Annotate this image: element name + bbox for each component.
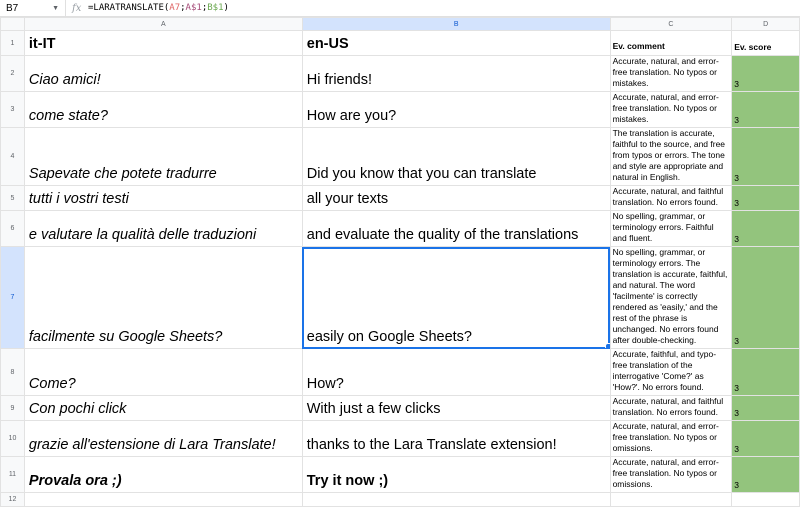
formula-bar: B7 ▼ fx =LARATRANSLATE(A7;A$1;B$1) — [0, 0, 800, 17]
cell-d8[interactable]: 3 — [731, 348, 800, 396]
cell-a5[interactable]: tutti i vostri testi — [23, 185, 303, 211]
cell-b5[interactable]: all your texts — [301, 185, 611, 211]
row-header[interactable]: 11 — [0, 456, 25, 493]
cell-a10[interactable]: grazie all'estensione di Lara Translate! — [23, 420, 303, 457]
column-header-a[interactable]: A — [23, 17, 303, 31]
spreadsheet-grid: A B C D 1 it-IT en-US Ev. comment Ev. sc… — [0, 17, 800, 507]
cell-a6[interactable]: e valutare la qualità delle traduzioni — [23, 210, 303, 247]
cell-b12[interactable] — [301, 492, 611, 507]
cell-d4[interactable]: 3 — [731, 127, 800, 186]
cell-c7[interactable]: No spelling, grammar, or terminology err… — [609, 246, 733, 349]
cell-a7[interactable]: facilmente su Google Sheets? — [23, 246, 303, 349]
cell-b1[interactable]: en-US — [301, 30, 611, 56]
cell-c12[interactable] — [609, 492, 733, 507]
row-header[interactable]: 7 — [0, 246, 25, 349]
cell-d6[interactable]: 3 — [731, 210, 800, 247]
row-header[interactable]: 9 — [0, 395, 25, 421]
cell-d3[interactable]: 3 — [731, 91, 800, 128]
cell-d11[interactable]: 3 — [731, 456, 800, 493]
row-header[interactable]: 10 — [0, 420, 25, 457]
row-header[interactable]: 2 — [0, 55, 25, 92]
cell-c11[interactable]: Accurate, natural, and error-free transl… — [609, 456, 733, 493]
cell-b2[interactable]: Hi friends! — [301, 55, 611, 92]
row-header[interactable]: 12 — [0, 492, 25, 507]
cell-b6[interactable]: and evaluate the quality of the translat… — [301, 210, 611, 247]
cell-b4[interactable]: Did you know that you can translate — [301, 127, 611, 186]
cell-a12[interactable] — [23, 492, 303, 507]
formula-ref-a1: A$1 — [185, 3, 202, 13]
column-header-b[interactable]: B — [301, 17, 611, 31]
cell-c4[interactable]: The translation is accurate, faithful to… — [609, 127, 733, 186]
name-box[interactable]: B7 ▼ — [0, 0, 66, 17]
cell-a8[interactable]: Come? — [23, 348, 303, 396]
cell-d12[interactable] — [731, 492, 800, 507]
formula-prefix: =LARATRANSLATE( — [88, 3, 170, 13]
cell-c10[interactable]: Accurate, natural, and error-free transl… — [609, 420, 733, 457]
cell-a3[interactable]: come state? — [23, 91, 303, 128]
formula-ref-b1: B$1 — [207, 3, 224, 13]
row-header[interactable]: 4 — [0, 127, 25, 186]
column-header-d[interactable]: D — [731, 17, 800, 31]
row-header[interactable]: 1 — [0, 30, 25, 56]
dropdown-arrow-icon[interactable]: ▼ — [52, 0, 59, 17]
cell-a2[interactable]: Ciao amici! — [23, 55, 303, 92]
cell-b10[interactable]: thanks to the Lara Translate extension! — [301, 420, 611, 457]
row-header[interactable]: 5 — [0, 185, 25, 211]
formula-input[interactable]: =LARATRANSLATE(A7;A$1;B$1) — [88, 0, 229, 17]
cell-d9[interactable]: 3 — [731, 395, 800, 421]
cell-c8[interactable]: Accurate, faithful, and typo-free transl… — [609, 348, 733, 396]
cell-d2[interactable]: 3 — [731, 55, 800, 92]
cell-c3[interactable]: Accurate, natural, and error-free transl… — [609, 91, 733, 128]
function-icon: fx — [72, 3, 82, 14]
column-header-c[interactable]: C — [609, 17, 733, 31]
row-header[interactable]: 8 — [0, 348, 25, 396]
cell-c1[interactable]: Ev. comment — [609, 30, 733, 56]
cell-a1[interactable]: it-IT — [23, 30, 303, 56]
cell-b11[interactable]: Try it now ;) — [301, 456, 611, 493]
cell-b3[interactable]: How are you? — [301, 91, 611, 128]
cell-b9[interactable]: With just a few clicks — [301, 395, 611, 421]
cell-d1[interactable]: Ev. score — [731, 30, 800, 56]
cell-c2[interactable]: Accurate, natural, and error-free transl… — [609, 55, 733, 92]
cell-c5[interactable]: Accurate, natural, and faithful translat… — [609, 185, 733, 211]
cell-a4[interactable]: Sapevate che potete tradurre — [23, 127, 303, 186]
cell-b7-text: easily on Google Sheets? — [306, 329, 472, 345]
cell-a9[interactable]: Con pochi click — [23, 395, 303, 421]
cell-a11[interactable]: Provala ora ;) — [23, 456, 303, 493]
fill-handle[interactable] — [604, 343, 610, 348]
select-all-corner[interactable] — [0, 17, 25, 31]
cell-c9[interactable]: Accurate, natural, and faithful translat… — [609, 395, 733, 421]
row-header[interactable]: 3 — [0, 91, 25, 128]
cell-b7-selected[interactable]: easily on Google Sheets? — [301, 246, 611, 349]
cell-d10[interactable]: 3 — [731, 420, 800, 457]
row-header[interactable]: 6 — [0, 210, 25, 247]
cell-reference: B7 — [6, 3, 19, 14]
cell-d5[interactable]: 3 — [731, 185, 800, 211]
cell-b8[interactable]: How? — [301, 348, 611, 396]
cell-d7[interactable]: 3 — [731, 246, 800, 349]
cell-c6[interactable]: No spelling, grammar, or terminology err… — [609, 210, 733, 247]
formula-suffix: ) — [223, 3, 229, 13]
formula-ref-a7: A7 — [169, 3, 181, 13]
